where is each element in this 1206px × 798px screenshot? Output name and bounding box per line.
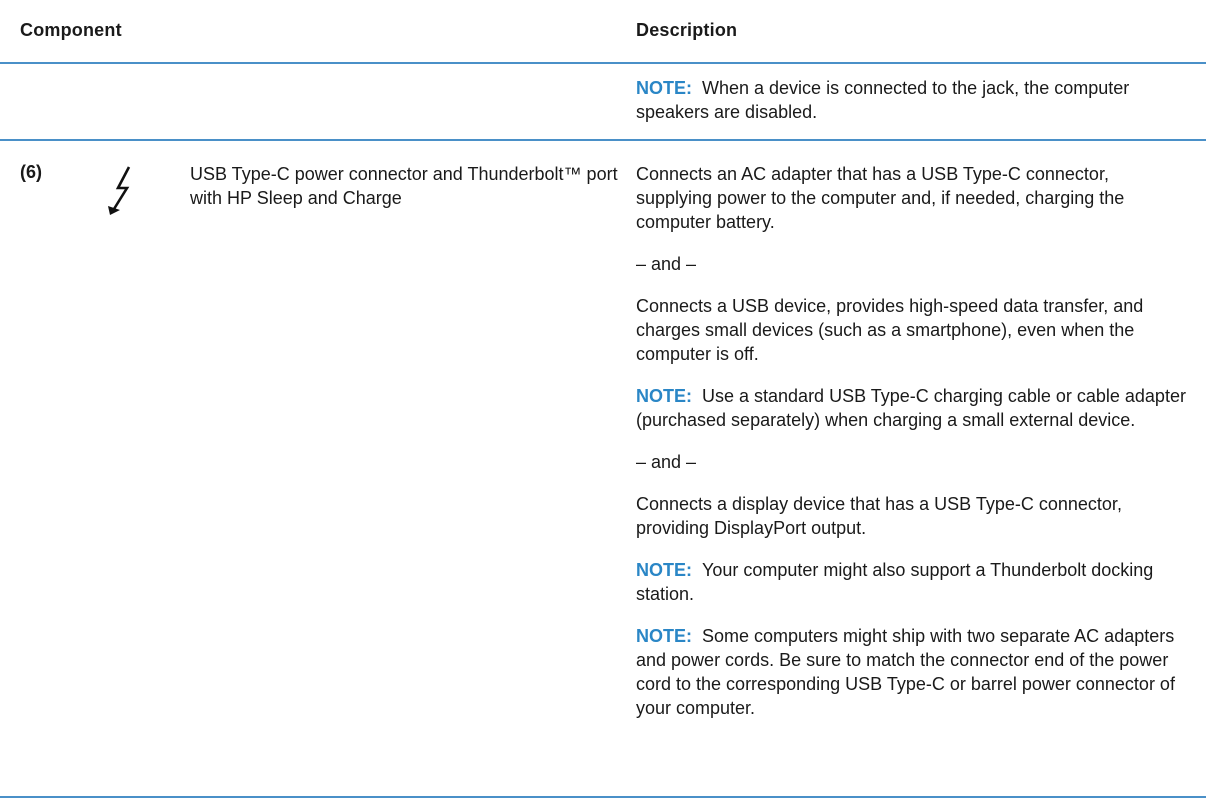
description-paragraph: Connects an AC adapter that has a USB Ty… (636, 162, 1186, 234)
note-text: Your computer might also support a Thund… (636, 560, 1154, 604)
table-header: Component Description (0, 0, 1206, 64)
note-paragraph: NOTE: Some computers might ship with two … (636, 624, 1186, 720)
description-paragraph: – and – (636, 450, 1186, 474)
note-text: When a device is connected to the jack, … (636, 78, 1130, 122)
note-label: NOTE: (636, 560, 692, 580)
note-paragraph: NOTE: When a device is connected to the j… (636, 76, 1186, 124)
description-text: – and – (636, 254, 697, 274)
note-label: NOTE: (636, 386, 692, 406)
header-component: Component (20, 20, 122, 40)
note-text: Use a standard USB Type-C charging cable… (636, 386, 1186, 430)
description-cell: Connects an AC adapter that has a USB Ty… (636, 162, 1186, 738)
note-text: Some computers might ship with two separ… (636, 626, 1175, 718)
component-name: USB Type-C power connector and Thunderbo… (190, 164, 618, 208)
note-paragraph: NOTE: Your computer might also support a … (636, 558, 1186, 606)
note-paragraph: NOTE: Use a standard USB Type-C charging … (636, 384, 1186, 432)
header-description: Description (636, 20, 738, 40)
table-row-continuation: NOTE: When a device is connected to the j… (0, 64, 1206, 141)
description-text: – and – (636, 452, 697, 472)
description-text: Connects a USB device, provides high-spe… (636, 296, 1144, 364)
description-paragraph: – and – (636, 252, 1186, 276)
note-label: NOTE: (636, 78, 692, 98)
item-number: (6) (20, 162, 42, 182)
thunderbolt-bolt-icon (104, 165, 144, 215)
description-cell: NOTE: When a device is connected to the j… (636, 76, 1186, 142)
table-row: (6) USB Type-C power connector and Thund… (0, 141, 1206, 798)
description-paragraph: Connects a display device that has a USB… (636, 492, 1186, 540)
description-paragraph: Connects a USB device, provides high-spe… (636, 294, 1186, 366)
note-label: NOTE: (636, 626, 692, 646)
description-text: Connects a display device that has a USB… (636, 494, 1122, 538)
description-text: Connects an AC adapter that has a USB Ty… (636, 164, 1125, 232)
component-table: Component Description NOTE: When a device… (0, 0, 1206, 798)
